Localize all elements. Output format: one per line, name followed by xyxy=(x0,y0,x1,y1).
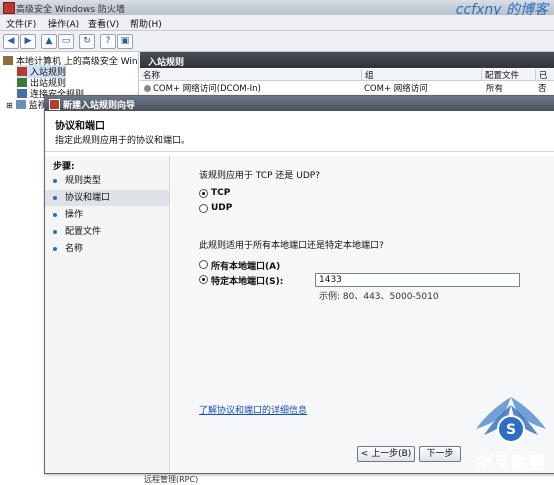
column-enabled[interactable]: 已 xyxy=(536,69,554,81)
menu-bar: 文件(F) 操作(A) 查看(V) 帮助(H) xyxy=(0,15,554,31)
menu-view[interactable]: 查看(V) xyxy=(88,17,119,30)
page-heading: 协议和端口 xyxy=(55,121,105,132)
site-logo: S 岁月联盟 xyxy=(476,397,546,474)
forward-icon[interactable]: ▶ xyxy=(20,34,36,49)
firewall-app-icon xyxy=(3,2,15,14)
ports-question: 此规则适用于所有本地端口还是特定本地端口? xyxy=(199,241,384,251)
rule-enabled-cell: 否 xyxy=(538,84,547,94)
step-name[interactable]: 名称 xyxy=(45,241,169,257)
next-button[interactable]: 下一步 xyxy=(419,446,461,462)
window-title: 高级安全 Windows 防火墙 xyxy=(16,5,125,15)
back-icon[interactable]: ◀ xyxy=(3,34,19,49)
dialog-header: 协议和端口 指定此规则应用于的协议和端口。 xyxy=(45,111,554,152)
steps-title: 步骤: xyxy=(53,162,75,172)
step-bullet-icon xyxy=(53,196,57,200)
help-link[interactable]: 了解协议和端口的详细信息 xyxy=(199,403,307,416)
rule-group-cell: COM+ 网络访问 xyxy=(364,84,428,94)
radio-udp[interactable] xyxy=(199,204,208,213)
connection-security-icon xyxy=(17,89,27,98)
expand-icon[interactable]: ⊞ xyxy=(6,101,13,110)
menu-help[interactable]: 帮助(H) xyxy=(130,17,162,30)
column-profile[interactable]: 配置文件 xyxy=(482,69,536,81)
rule-profile-cell: 所有 xyxy=(486,84,504,94)
monitor-icon xyxy=(15,100,26,109)
radio-specific-ports-label[interactable]: 特定本地端口(S): xyxy=(211,274,283,287)
step-action[interactable]: 操作 xyxy=(45,207,169,223)
folder-up-icon[interactable]: ▲ xyxy=(41,34,57,49)
step-protocol-ports[interactable]: 协议和端口 xyxy=(45,190,169,206)
rule-row-partial-name: 远程管理(RPC) xyxy=(144,475,199,484)
radio-tcp[interactable] xyxy=(199,189,208,198)
dialog-titlebar: 新建入站规则向导 xyxy=(45,96,554,111)
step-bullet-icon xyxy=(53,179,57,183)
step-bullet-icon xyxy=(53,230,57,234)
inbound-rules-icon xyxy=(17,67,27,76)
wizard-icon xyxy=(49,99,60,110)
step-profile[interactable]: 配置文件 xyxy=(45,224,169,240)
protocol-question: 该规则应用于 TCP 还是 UDP? xyxy=(199,171,320,181)
window-titlebar: 高级安全 Windows 防火墙 ccfxny 的博客 xyxy=(0,0,554,18)
help-icon[interactable]: ? xyxy=(100,34,116,49)
step-bullet-icon xyxy=(53,213,57,217)
show-hide-icon[interactable]: ▣ xyxy=(117,34,133,49)
rule-status-icon xyxy=(144,85,151,92)
back-button[interactable]: < 上一步(B) xyxy=(357,446,415,462)
step-bullet-icon xyxy=(53,247,57,251)
menu-action[interactable]: 操作(A) xyxy=(48,17,79,30)
panel-icon[interactable]: ▭ xyxy=(58,34,74,49)
specific-ports-input[interactable]: 1433 xyxy=(315,273,520,287)
toolbar: ◀ ▶ ▲ ▭ ↻ ? ▣ xyxy=(0,31,554,52)
column-name[interactable]: 名称 xyxy=(140,69,362,81)
logo-text: 岁月联盟 xyxy=(477,453,545,474)
computer-icon xyxy=(3,56,13,65)
radio-tcp-label[interactable]: TCP xyxy=(211,188,230,198)
refresh-icon[interactable]: ↻ xyxy=(79,34,95,49)
ports-example: 示例: 80、443、5000-5010 xyxy=(319,292,439,302)
radio-all-ports-label[interactable]: 所有本地端口(A) xyxy=(211,259,280,272)
rules-panel-title: 入站规则 xyxy=(148,58,185,68)
radio-all-ports[interactable] xyxy=(199,260,208,269)
rules-panel-header: 入站规则 xyxy=(140,52,554,68)
rule-name-cell[interactable]: COM+ 网络访问(DCOM-In) xyxy=(144,82,261,94)
tree-item-monitor[interactable]: ⊞ 监视 xyxy=(6,98,47,111)
page-subheading: 指定此规则应用于的协议和端口。 xyxy=(55,136,191,146)
radio-specific-ports[interactable] xyxy=(199,275,208,284)
column-group[interactable]: 组 xyxy=(362,69,482,81)
outbound-rules-icon xyxy=(17,78,27,87)
menu-file[interactable]: 文件(F) xyxy=(6,17,36,30)
svg-text:S: S xyxy=(506,422,516,438)
wizard-steps: 步骤: 规则类型 协议和端口 操作 配置文件 名称 xyxy=(45,156,170,473)
step-rule-type[interactable]: 规则类型 xyxy=(45,173,169,189)
radio-udp-label[interactable]: UDP xyxy=(211,203,232,213)
dialog-title: 新建入站规则向导 xyxy=(63,101,136,111)
